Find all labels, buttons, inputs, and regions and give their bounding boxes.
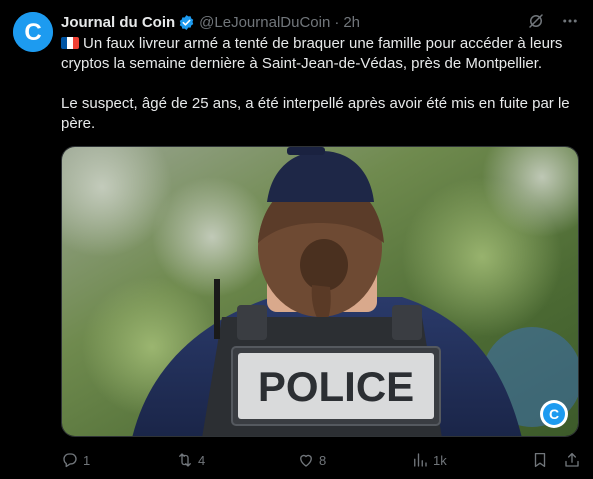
police-officer-photo: POLICE [62, 147, 578, 436]
svg-text:C: C [549, 406, 559, 422]
views-icon [411, 451, 429, 469]
tweet-header: Journal du Coin @LeJournalDuCoin · 2h [61, 12, 579, 32]
more-horizontal-icon[interactable] [561, 12, 579, 30]
timestamp[interactable]: 2h [343, 14, 360, 31]
reply-button[interactable]: 1 [61, 450, 90, 470]
reply-icon [61, 451, 79, 469]
heart-icon [297, 451, 315, 469]
journal-du-coin-watermark-icon: C [540, 400, 568, 428]
avatar[interactable]: C [13, 12, 53, 52]
svg-text:C: C [24, 19, 41, 46]
retweet-count: 4 [198, 452, 206, 468]
tweet-actions: 1 4 8 1k [61, 450, 581, 470]
tweet-text: Un faux livreur armé a tenté de braquer … [61, 34, 581, 154]
retweet-button[interactable]: 4 [176, 450, 205, 470]
retweet-icon [176, 451, 194, 469]
journal-du-coin-logo-icon: C [13, 12, 53, 52]
tweet[interactable]: C Journal du Coin @LeJournalDuCoin · 2h [0, 0, 593, 479]
display-name[interactable]: Journal du Coin [61, 14, 175, 31]
tweet-paragraph-2: Le suspect, âgé de 25 ans, a été interpe… [61, 95, 570, 132]
reply-count: 1 [83, 452, 91, 468]
separator-dot: · [334, 13, 340, 31]
police-vest-text: POLICE [258, 363, 414, 410]
french-flag-icon [61, 37, 79, 49]
like-button[interactable]: 8 [297, 450, 326, 470]
grok-icon[interactable] [527, 12, 545, 30]
tweet-paragraph-1: Un faux livreur armé a tenté de braquer … [61, 34, 581, 74]
views-button[interactable]: 1k [411, 450, 447, 470]
paragraph-1-text: Un faux livreur armé a tenté de braquer … [61, 35, 563, 72]
share-icon [563, 451, 581, 469]
tweet-media-image[interactable]: POLICE C [61, 146, 579, 437]
views-count: 1k [433, 452, 447, 468]
handle[interactable]: @LeJournalDuCoin [199, 14, 330, 31]
share-button[interactable] [563, 450, 581, 470]
header-actions [527, 12, 579, 30]
bookmark-icon [531, 451, 549, 469]
bookmark-button[interactable] [531, 450, 549, 470]
like-count: 8 [319, 452, 327, 468]
verified-badge-icon[interactable] [178, 14, 195, 31]
